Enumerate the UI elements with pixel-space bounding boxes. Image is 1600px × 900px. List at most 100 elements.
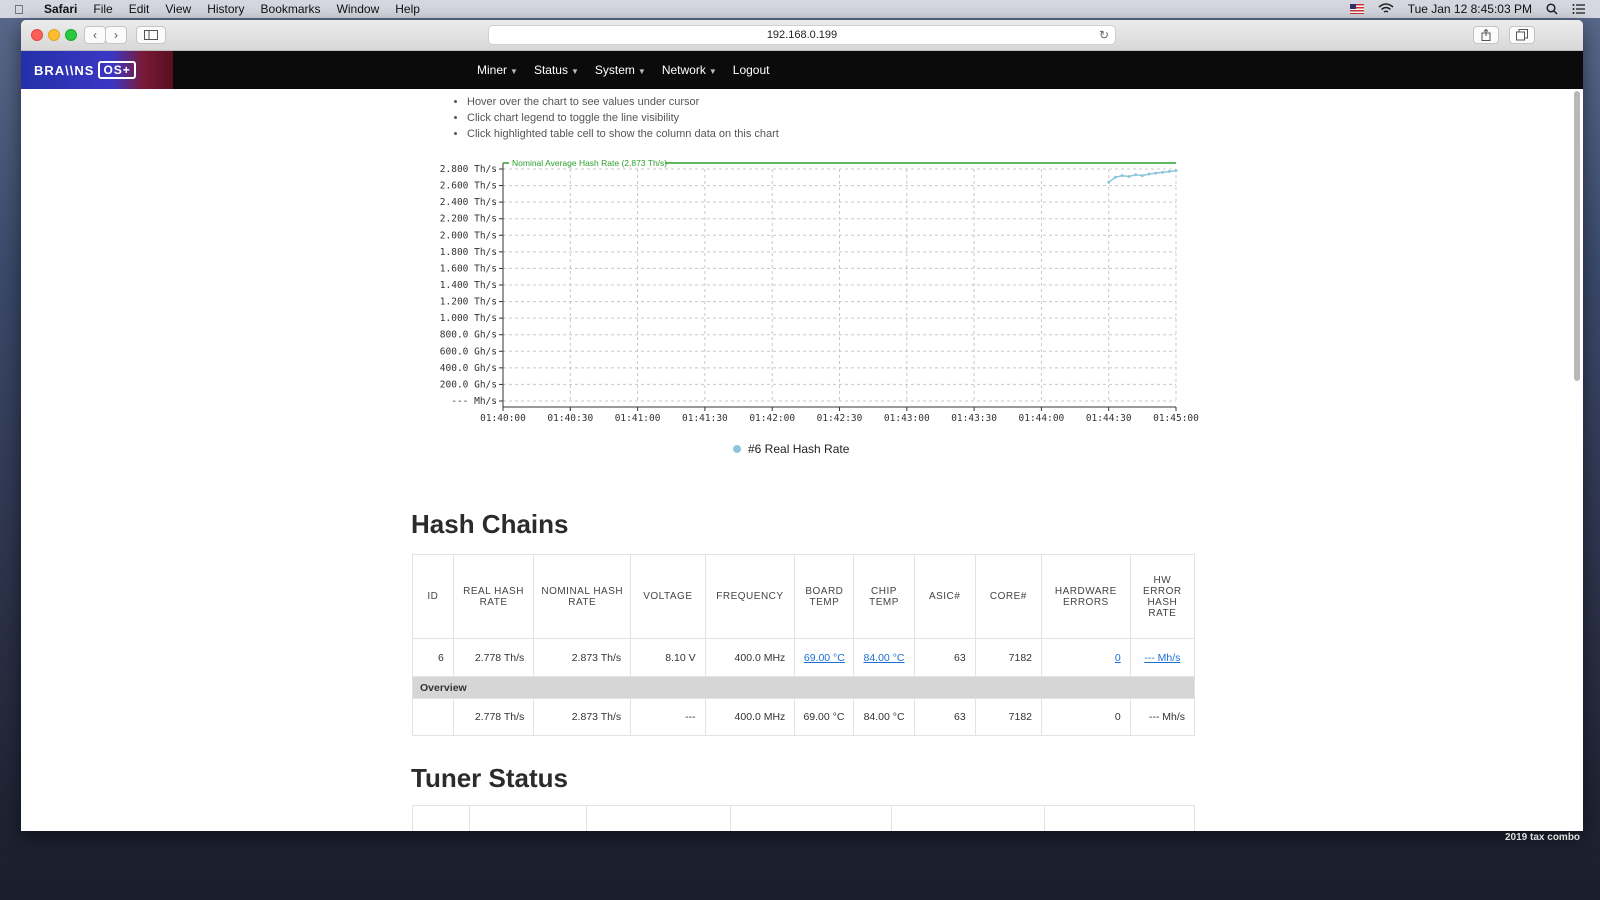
col-real-hash-rate: REAL HASH RATE xyxy=(452,554,535,639)
share-button[interactable] xyxy=(1473,26,1499,44)
real-hash-rate-point xyxy=(1127,174,1131,178)
nav-network[interactable]: Network ▼ xyxy=(662,63,717,77)
menu-edit[interactable]: Edit xyxy=(129,2,150,16)
col-hardware-errors: HARDWARE ERRORS xyxy=(1041,554,1131,639)
nominal-hash-rate-label: Nominal Average Hash Rate (2.873 Th/s) xyxy=(512,158,667,168)
chip-temp-link[interactable]: 84.00 °C xyxy=(864,652,905,664)
desktop-file-label[interactable]: 2019 tax combo xyxy=(1505,832,1580,843)
apple-icon[interactable]:  xyxy=(14,2,28,17)
legend-marker-icon xyxy=(733,445,741,453)
cell-core: 7182 xyxy=(974,638,1043,677)
chart-legend[interactable]: #6 Real Hash Rate xyxy=(733,442,849,456)
page-scrollbar[interactable] xyxy=(1574,91,1580,381)
caret-down-icon: ▼ xyxy=(637,67,646,76)
nav-logout[interactable]: Logout xyxy=(733,63,770,77)
y-tick-label: 1.800 Th/s xyxy=(440,247,497,258)
macos-menubar:  Safari File Edit View History Bookmark… xyxy=(0,0,1600,18)
real-hash-rate-point xyxy=(1113,175,1117,179)
fullscreen-window-button[interactable] xyxy=(65,29,77,41)
table-row: 6 2.778 Th/s 2.873 Th/s 8.10 V 400.0 MHz… xyxy=(412,638,1196,677)
board-temp-link[interactable]: 69.00 °C xyxy=(804,652,845,664)
y-tick-label: 600.0 Gh/s xyxy=(440,346,497,357)
real-hash-rate-point xyxy=(1107,180,1111,184)
address-bar[interactable]: 192.168.0.199 ↻ xyxy=(488,25,1116,45)
menu-file[interactable]: File xyxy=(93,2,112,16)
cell-id: 6 xyxy=(412,638,454,677)
wifi-icon[interactable] xyxy=(1378,3,1394,15)
x-tick-label: 01:44:30 xyxy=(1086,413,1132,424)
overview-label: Overview xyxy=(412,676,1195,699)
y-tick-label: 1.200 Th/s xyxy=(440,297,497,308)
cell-voltage: 8.10 V xyxy=(630,638,706,677)
y-tick-label: 200.0 Gh/s xyxy=(440,379,497,390)
tip-item: Click highlighted table cell to show the… xyxy=(467,127,779,143)
cell-nominal-hash-rate: 2.873 Th/s xyxy=(533,638,632,677)
nav-network-label: Network xyxy=(661,63,706,77)
table-header-row: ID REAL HASH RATE NOMINAL HASH RATE VOLT… xyxy=(412,554,1196,639)
braiins-logo[interactable]: BRA\\NS OS+ xyxy=(34,61,136,79)
top-navbar: BRA\\NS OS+ Miner ▼ Status ▼ System ▼ Netwo… xyxy=(21,51,1583,89)
x-tick-label: 01:43:00 xyxy=(884,413,930,424)
tip-item: Click chart legend to toggle the line vi… xyxy=(467,111,779,127)
y-tick-label: --- Mh/s xyxy=(451,396,497,407)
input-source-flag-icon[interactable] xyxy=(1349,4,1364,14)
tuner-status-title: Tuner Status xyxy=(411,763,568,793)
cell-board-temp: 69.00 °C xyxy=(794,698,855,736)
caret-down-icon: ▼ xyxy=(708,67,717,76)
cell-asic: 63 xyxy=(913,698,976,736)
table-cell xyxy=(892,806,1045,831)
logo-text: BRA\\NS xyxy=(34,62,95,78)
main-nav: Miner ▼ Status ▼ System ▼ Network ▼ Logout xyxy=(477,51,769,89)
y-tick-label: 400.0 Gh/s xyxy=(440,363,497,374)
nav-status[interactable]: Status ▼ xyxy=(534,63,579,77)
menu-app-name[interactable]: Safari xyxy=(44,2,77,16)
col-id: ID xyxy=(412,554,454,639)
hash-rate-chart-svg[interactable]: 2.800 Th/s 2.600 Th/s 2.400 Th/s 2.200 Th/s… xyxy=(421,157,1221,427)
sidebar-toggle-button[interactable] xyxy=(136,26,166,44)
hash-rate-chart[interactable]: 2.800 Th/s 2.600 Th/s 2.400 Th/s 2.200 Th/s… xyxy=(421,157,1221,457)
y-tick-label: 2.800 Th/s xyxy=(440,164,497,175)
back-button[interactable]: ‹ xyxy=(84,26,106,44)
menu-window[interactable]: Window xyxy=(337,2,380,16)
nav-miner[interactable]: Miner ▼ xyxy=(477,63,518,77)
safari-window: ‹ › 192.168.0.199 ↻ BRA\\NS OS+ Miner ▼ S… xyxy=(21,20,1583,831)
menu-help[interactable]: Help xyxy=(395,2,420,16)
menubar-clock[interactable]: Tue Jan 12 8:45:03 PM xyxy=(1408,2,1532,16)
x-tick-label: 01:42:30 xyxy=(817,413,863,424)
address-url: 192.168.0.199 xyxy=(766,29,838,41)
close-window-button[interactable] xyxy=(31,29,43,41)
cell-chip-temp: 84.00 °C xyxy=(853,698,915,736)
col-frequency: FREQUENCY xyxy=(704,554,796,639)
tip-item: Hover over the chart to see values under… xyxy=(467,95,779,111)
menu-history[interactable]: History xyxy=(207,2,244,16)
minimize-window-button[interactable] xyxy=(48,29,60,41)
cell-real-hash-rate: 2.778 Th/s xyxy=(452,698,535,736)
y-tick-label: 2.400 Th/s xyxy=(440,197,497,208)
cell-id xyxy=(412,698,454,736)
forward-button[interactable]: › xyxy=(105,26,127,44)
table-cell xyxy=(587,806,731,831)
hw-error-hash-rate-link[interactable]: --- Mh/s xyxy=(1144,652,1180,664)
x-tick-label: 01:45:00 xyxy=(1153,413,1199,424)
x-tick-label: 01:41:30 xyxy=(682,413,728,424)
x-tick-label: 01:43:30 xyxy=(951,413,997,424)
menu-view[interactable]: View xyxy=(165,2,191,16)
x-tick-label: 01:42:00 xyxy=(749,413,795,424)
x-tick-label: 01:41:00 xyxy=(615,413,661,424)
notification-center-icon[interactable] xyxy=(1572,3,1586,15)
hardware-errors-link[interactable]: 0 xyxy=(1115,652,1121,664)
caret-down-icon: ▼ xyxy=(510,67,518,76)
cell-voltage: --- xyxy=(630,698,706,736)
col-voltage: VOLTAGE xyxy=(630,554,706,639)
cell-frequency: 400.0 MHz xyxy=(704,698,796,736)
y-tick-label: 2.200 Th/s xyxy=(440,214,497,225)
nav-system[interactable]: System ▼ xyxy=(595,63,646,77)
share-icon xyxy=(1481,29,1491,41)
reload-icon[interactable]: ↻ xyxy=(1099,26,1109,44)
spotlight-search-icon[interactable] xyxy=(1546,3,1558,15)
show-tabs-button[interactable] xyxy=(1509,26,1535,44)
col-nominal-hash-rate: NOMINAL HASH RATE xyxy=(533,554,632,639)
menu-bookmarks[interactable]: Bookmarks xyxy=(261,2,321,16)
real-hash-rate-point xyxy=(1154,171,1158,175)
col-chip-temp: CHIP TEMP xyxy=(853,554,915,639)
